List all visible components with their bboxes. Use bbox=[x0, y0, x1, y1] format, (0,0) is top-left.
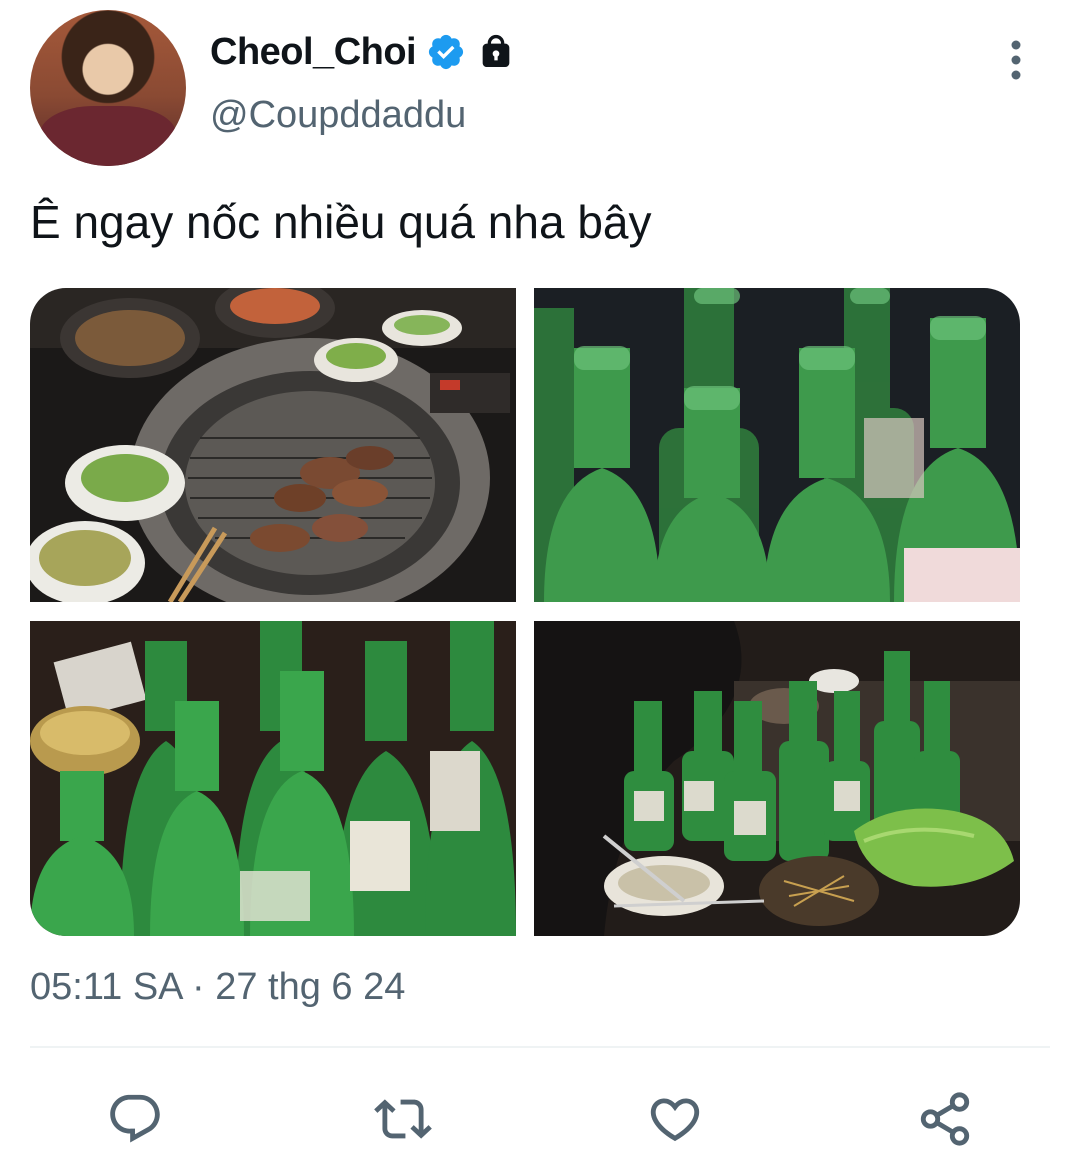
media-grid bbox=[30, 288, 1020, 936]
lock-icon bbox=[482, 34, 510, 67]
green-soju-bottles-photo bbox=[534, 288, 1020, 602]
avatar[interactable] bbox=[30, 10, 186, 166]
photo-soju-bottles[interactable] bbox=[534, 288, 1020, 602]
share-button[interactable] bbox=[912, 1086, 978, 1152]
reply-button[interactable] bbox=[102, 1086, 168, 1152]
retweet-icon bbox=[374, 1099, 432, 1139]
like-button[interactable] bbox=[642, 1086, 708, 1152]
retweet-button[interactable] bbox=[370, 1086, 436, 1152]
divider bbox=[30, 1046, 1050, 1048]
photo-soju-table[interactable] bbox=[30, 621, 516, 936]
user-name-row: Cheol_Choi bbox=[210, 26, 516, 78]
tweet-text: Ê ngay nốc nhiều quá nha bây bbox=[30, 196, 652, 248]
avatar-jacket bbox=[40, 106, 176, 166]
table-with-bottles-and-lettuce-photo bbox=[534, 621, 1020, 936]
like-icon bbox=[650, 1098, 700, 1142]
reply-icon bbox=[110, 1094, 160, 1143]
tweet-timestamp[interactable]: 05:11 SA · 27 thg 6 24 bbox=[30, 966, 405, 1009]
share-icon bbox=[920, 1092, 970, 1146]
action-bar bbox=[0, 1086, 1080, 1152]
photo-bbq-grill[interactable] bbox=[30, 288, 516, 602]
korean-bbq-grill-photo bbox=[30, 288, 516, 602]
soju-bottles-table-photo bbox=[30, 621, 516, 936]
photo-table-lettuce[interactable] bbox=[534, 621, 1020, 936]
more-options-icon[interactable] bbox=[996, 38, 1036, 82]
display-name[interactable]: Cheol_Choi bbox=[210, 31, 417, 74]
user-handle[interactable]: @Coupddaddu bbox=[210, 94, 466, 137]
verified-badge-icon bbox=[429, 34, 464, 70]
